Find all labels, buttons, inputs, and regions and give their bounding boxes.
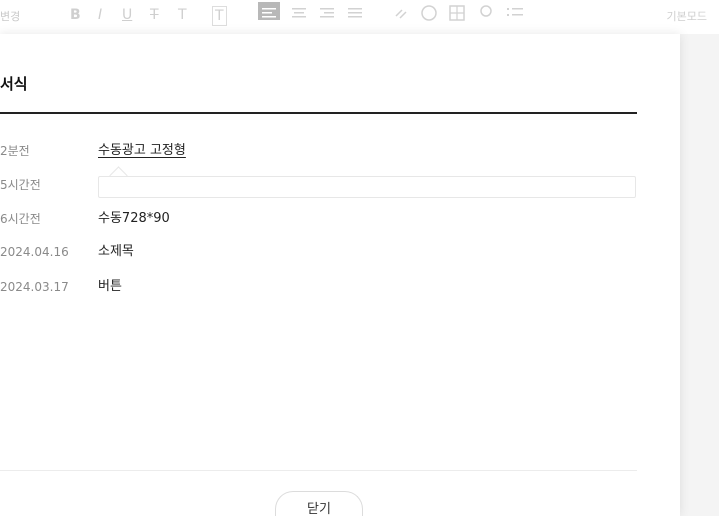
- template-name[interactable]: 수동광고 고정형: [98, 141, 186, 161]
- stage: 변경 B I U T T T 기본모드 서식 2분전 수동광고 고정형 5시간전…: [0, 0, 719, 516]
- editor-toolbar: 변경 B I U T T T 기본모드: [0, 0, 719, 34]
- align-center-icon[interactable]: [290, 6, 308, 24]
- text-style-button[interactable]: T: [178, 6, 187, 24]
- align-justify-icon[interactable]: [346, 6, 364, 24]
- template-date: 5시간전: [0, 178, 41, 192]
- italic-button[interactable]: I: [98, 6, 102, 24]
- align-right-icon[interactable]: [318, 6, 336, 24]
- list-icon[interactable]: [506, 4, 524, 22]
- underline-button[interactable]: U: [122, 6, 132, 24]
- emoji-icon[interactable]: [420, 4, 438, 22]
- template-date: 2024.04.16: [0, 245, 69, 259]
- template-name[interactable]: 수동728*90: [98, 209, 170, 229]
- template-date: 6시간전: [0, 212, 41, 226]
- template-date: 2분전: [0, 144, 30, 158]
- mode-label[interactable]: 기본모드: [667, 8, 707, 24]
- panel-title: 서식: [0, 75, 28, 93]
- pin-icon[interactable]: [478, 4, 494, 22]
- font-size-button[interactable]: T: [212, 6, 227, 26]
- template-name[interactable]: 버튼: [98, 277, 122, 297]
- footer-divider: [0, 470, 637, 471]
- strikethrough-button[interactable]: T: [150, 6, 159, 24]
- toolbar-left-label[interactable]: 변경: [0, 8, 20, 24]
- title-divider: [0, 112, 637, 114]
- link-icon[interactable]: [392, 4, 410, 22]
- table-icon[interactable]: [448, 4, 466, 22]
- template-panel: 서식 2분전 수동광고 고정형 5시간전 6시간전 수동728*90 2024.…: [0, 34, 680, 516]
- template-name[interactable]: 소제목: [98, 242, 134, 262]
- template-date: 2024.03.17: [0, 280, 69, 294]
- bold-button[interactable]: B: [70, 6, 81, 24]
- align-left-icon[interactable]: [258, 2, 280, 20]
- template-preview-popup: [98, 176, 636, 198]
- close-button[interactable]: 닫기: [275, 491, 363, 516]
